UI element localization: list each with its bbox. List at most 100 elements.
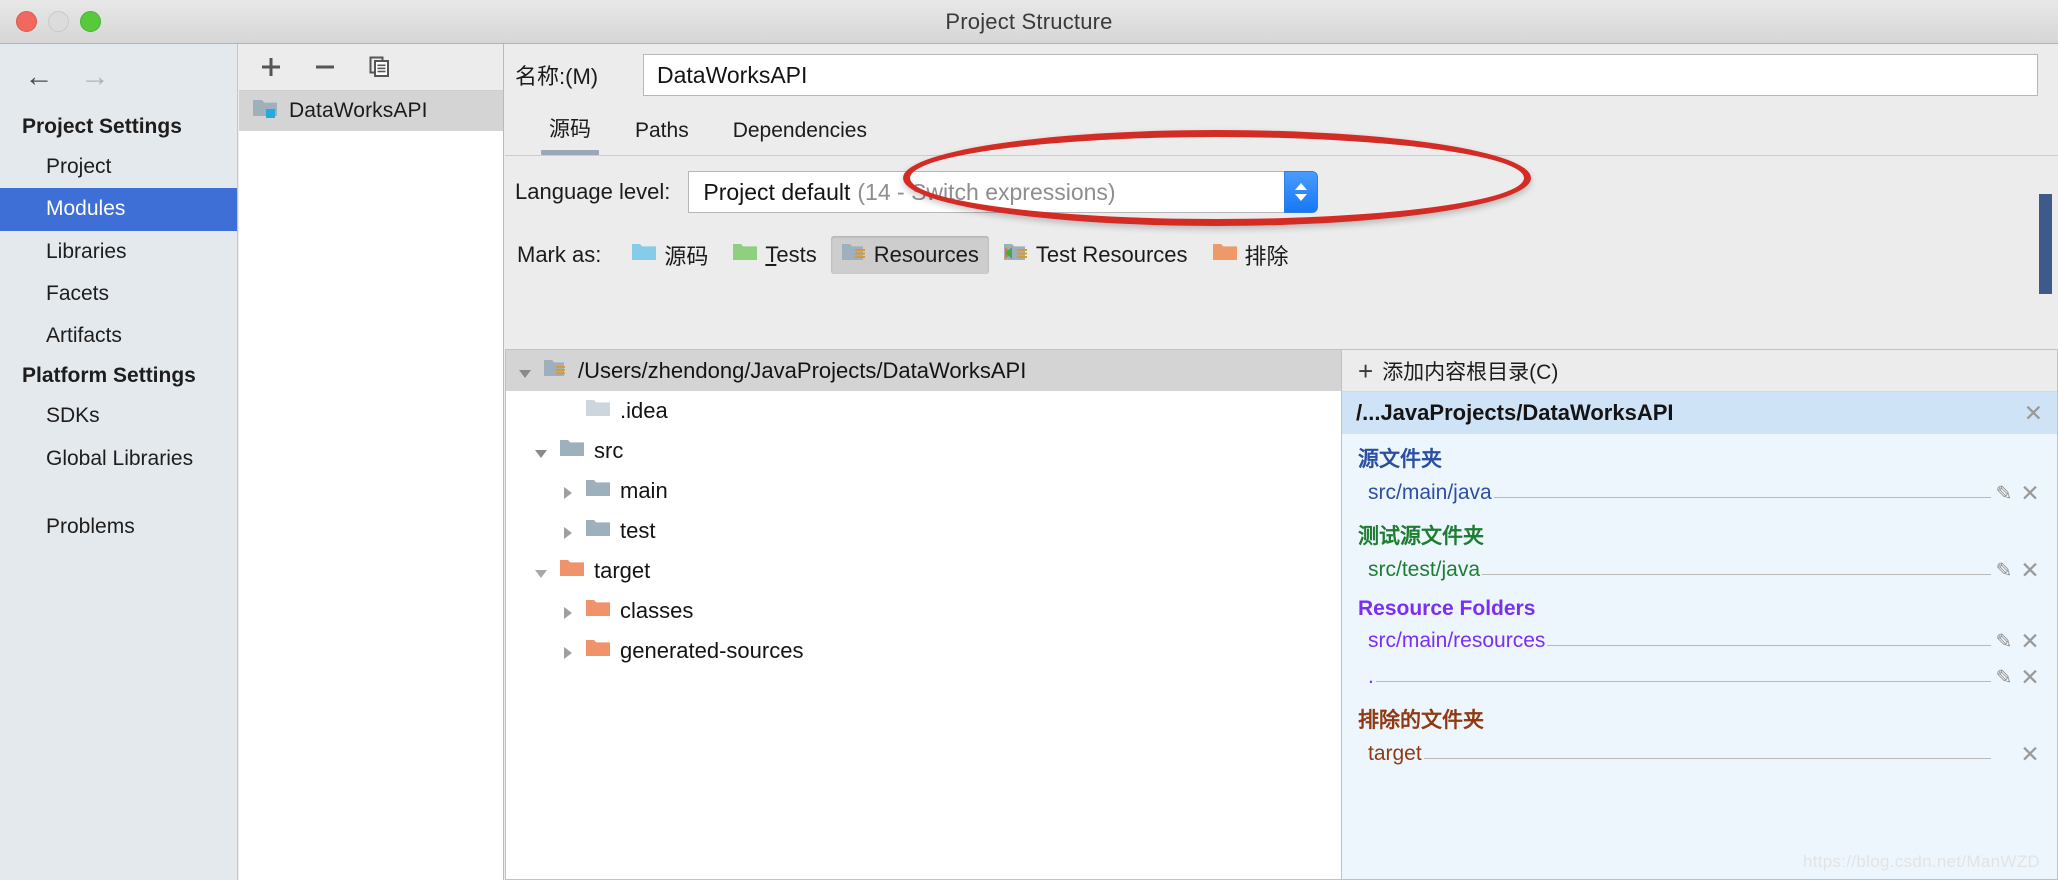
mark-as-sources-button[interactable]: 源码 <box>621 234 718 276</box>
tree-row[interactable]: test <box>506 511 1341 551</box>
detail-tabs: 源码 Paths Dependencies <box>505 106 2058 156</box>
source-folder-row[interactable]: src/main/java ✎ ✕ <box>1342 475 2057 511</box>
resource-folders-group-title: Resource Folders <box>1358 597 1536 620</box>
name-field-label: 名称:(M) <box>515 64 599 89</box>
tree-row[interactable]: generated-sources <box>506 631 1341 671</box>
chevron-down-icon[interactable] <box>532 442 550 460</box>
source-folders-group-title: 源文件夹 <box>1358 448 1442 471</box>
tree-row[interactable]: target <box>506 551 1341 591</box>
mark-as-resources-label: Resources <box>873 242 979 267</box>
edit-resource-folder-icon[interactable]: ✎ <box>1991 665 2017 690</box>
sidebar-item-libraries[interactable]: Libraries <box>0 231 237 273</box>
project-tree-pane: /Users/zhendong/JavaProjects/DataWorksAP… <box>505 349 1341 880</box>
tab-sources[interactable]: 源码 <box>527 113 613 155</box>
sources-split-area: /Users/zhendong/JavaProjects/DataWorksAP… <box>505 349 2058 880</box>
excluded-folders-group-title: 排除的文件夹 <box>1358 709 1484 732</box>
tree-row-label: classes <box>620 598 694 623</box>
mark-as-excluded-button[interactable]: 排除 <box>1202 234 1299 276</box>
sidebar-item-global-libraries[interactable]: Global Libraries <box>0 438 237 480</box>
language-level-stepper-button[interactable] <box>1284 171 1319 213</box>
edit-test-source-folder-icon[interactable]: ✎ <box>1991 558 2017 583</box>
tree-row[interactable]: .idea <box>506 391 1341 431</box>
mark-as-tests-button[interactable]: Tests <box>722 236 826 274</box>
tab-paths[interactable]: Paths <box>613 119 711 155</box>
project-structure-window: Project Structure ← → Project Settings P… <box>0 0 2058 880</box>
remove-module-icon[interactable] <box>311 53 339 81</box>
add-content-root-label: 添加内容根目录(C) <box>1382 360 1559 384</box>
sidebar-item-facets[interactable]: Facets <box>0 273 237 315</box>
resource-folder-row[interactable]: . ✎ ✕ <box>1342 659 2057 695</box>
tab-dependencies[interactable]: Dependencies <box>711 119 889 155</box>
remove-source-folder-icon[interactable]: ✕ <box>2017 481 2043 505</box>
tree-row[interactable]: classes <box>506 591 1341 631</box>
language-level-label: Language level: <box>515 179 671 204</box>
back-arrow-icon[interactable]: ← <box>22 62 56 91</box>
add-content-root-button[interactable]: + 添加内容根目录(C) <box>1342 350 2057 392</box>
tree-row-label: .idea <box>620 398 668 423</box>
sidebar-nav-buttons: ← → <box>0 44 237 94</box>
tree-row-label: generated-sources <box>620 638 804 663</box>
edit-source-folder-icon[interactable]: ✎ <box>1991 481 2017 506</box>
tree-row-label: target <box>594 558 651 583</box>
content-root-header-row[interactable]: /...JavaProjects/DataWorksAPI ✕ <box>1342 392 2057 434</box>
vertical-scrollbar-thumb[interactable] <box>2039 194 2052 294</box>
path-underline <box>1375 670 1991 682</box>
sidebar-item-modules[interactable]: Modules <box>0 188 237 231</box>
remove-resource-folder-icon[interactable]: ✕ <box>2017 665 2043 689</box>
chevron-down-icon[interactable] <box>516 362 534 380</box>
tree-row-label: main <box>620 478 668 503</box>
sidebar-item-artifacts[interactable]: Artifacts <box>0 315 237 357</box>
mark-as-test-resources-label: Test Resources <box>1035 242 1188 267</box>
module-list-item[interactable]: DataWorksAPI <box>239 91 503 131</box>
language-level-combobox[interactable]: Project default (14 - Switch expressions… <box>688 171 1319 213</box>
language-level-value[interactable]: Project default (14 - Switch expressions… <box>688 171 1285 213</box>
tree-row[interactable]: src <box>506 431 1341 471</box>
excluded-folder-row[interactable]: target ✕ <box>1342 736 2057 772</box>
content-root-path-label: /...JavaProjects/DataWorksAPI <box>1356 400 1674 425</box>
language-level-row: Language level: Project default (14 - Sw… <box>505 130 2058 228</box>
sidebar-group-project-settings: Project Settings <box>22 115 182 138</box>
sidebar-item-project[interactable]: Project <box>0 146 237 188</box>
chevron-right-icon[interactable] <box>558 602 576 620</box>
copy-module-icon[interactable] <box>365 53 393 81</box>
edit-resource-folder-icon[interactable]: ✎ <box>1991 629 2017 654</box>
mark-as-label: Mark as: <box>517 242 602 267</box>
tree-root-row[interactable]: /Users/zhendong/JavaProjects/DataWorksAP… <box>506 350 1341 391</box>
chevron-down-icon[interactable] <box>532 562 550 580</box>
tree-row[interactable]: main <box>506 471 1341 511</box>
module-name-input[interactable] <box>643 54 2038 96</box>
remove-excluded-folder-icon[interactable]: ✕ <box>2017 742 2043 766</box>
remove-content-root-icon[interactable]: ✕ <box>2024 401 2043 425</box>
root-folder-icon <box>543 357 569 385</box>
minimize-window-button[interactable] <box>48 11 69 32</box>
classes-folder-icon <box>585 597 611 625</box>
module-toolbar <box>239 44 503 91</box>
watermark-text: https://blog.csdn.net/ManWZD <box>1802 852 2040 871</box>
forward-arrow-icon[interactable]: → <box>78 62 112 91</box>
window-titlebar: Project Structure <box>0 0 2058 44</box>
generated-sources-folder-icon <box>585 637 611 665</box>
remove-resource-folder-icon[interactable]: ✕ <box>2017 629 2043 653</box>
excluded-folder-icon <box>1212 241 1238 269</box>
test-source-folder-row[interactable]: src/test/java ✎ ✕ <box>1342 552 2057 588</box>
resources-folder-icon <box>841 241 867 269</box>
resource-folder-path: . <box>1368 665 1374 688</box>
sidebar-item-sdks[interactable]: SDKs <box>0 395 237 437</box>
close-window-button[interactable] <box>16 11 37 32</box>
zoom-window-button[interactable] <box>80 11 101 32</box>
chevron-right-icon[interactable] <box>558 642 576 660</box>
remove-test-source-folder-icon[interactable]: ✕ <box>2017 558 2043 582</box>
sidebar-item-problems[interactable]: Problems <box>0 506 237 548</box>
resource-folder-row[interactable]: src/main/resources ✎ ✕ <box>1342 623 2057 659</box>
plus-icon: + <box>1358 355 1374 386</box>
chevron-right-icon[interactable] <box>558 482 576 500</box>
language-level-sub-text: (14 - Switch expressions) <box>857 178 1116 205</box>
sources-folder-icon <box>631 241 657 269</box>
mark-as-test-resources-button[interactable]: Test Resources <box>993 236 1198 274</box>
mark-as-resources-button[interactable]: Resources <box>830 236 989 274</box>
module-folder-icon <box>251 96 279 126</box>
tests-folder-icon <box>732 241 758 269</box>
settings-sidebar: ← → Project Settings Project Modules Lib… <box>0 44 238 880</box>
chevron-right-icon[interactable] <box>558 522 576 540</box>
add-module-icon[interactable] <box>257 53 285 81</box>
